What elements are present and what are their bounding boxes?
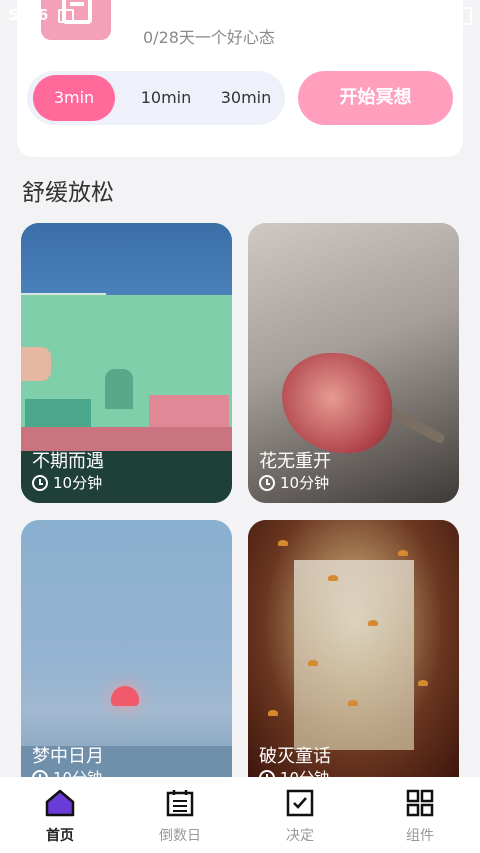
nav-item-widgets[interactable]: 组件 [360, 777, 480, 853]
butterfly-shape [308, 660, 318, 666]
card-image-planter-1 [25, 399, 91, 429]
card-meta: 10分钟 [259, 767, 329, 777]
duration-10min-button[interactable]: 10min [125, 75, 207, 121]
bottom-navigation: 首页 倒数日 决定 组件 [0, 777, 480, 853]
butterfly-shape [278, 540, 288, 546]
battery-icon [456, 7, 472, 25]
nav-label: 倒数日 [159, 828, 201, 844]
card-duration: 10分钟 [280, 474, 330, 492]
meditation-card-4[interactable]: 破灭童话 10分钟 [248, 520, 459, 777]
card-meta: 10分钟 [32, 767, 102, 777]
card-meta: 10分钟 [32, 472, 102, 493]
clock-icon [259, 769, 275, 777]
card-image-planter-2 [149, 395, 229, 429]
nav-label: 首页 [46, 828, 74, 844]
nav-label: 决定 [286, 828, 314, 844]
card-title: 不期而遇 [32, 451, 104, 472]
meditation-card: 0/28天一个好心态 3min 10min 30min 开始冥想 [17, 0, 463, 157]
butterfly-shape [268, 710, 278, 716]
butterfly-shape [348, 700, 358, 706]
clock-icon [259, 474, 275, 491]
nav-label: 组件 [406, 828, 434, 844]
butterfly-shape [328, 575, 338, 581]
card-image-window [294, 560, 414, 750]
clock-icon [32, 474, 48, 491]
duration-selector: 3min 10min 30min [27, 71, 285, 125]
duration-3min-button[interactable]: 3min [33, 75, 115, 121]
nav-item-countdown[interactable]: 倒数日 [120, 777, 240, 853]
card-meta: 10分钟 [259, 472, 329, 493]
calendar-icon [165, 789, 195, 817]
card-duration: 10分钟 [280, 767, 329, 777]
card-image-sun [111, 686, 139, 706]
checkbox-icon [285, 789, 315, 817]
status-time: 5:56 [8, 6, 50, 24]
notification-icon [58, 9, 74, 23]
nav-item-decide[interactable]: 决定 [240, 777, 360, 853]
home-icon [45, 789, 75, 817]
widgets-grid-icon [405, 789, 435, 817]
butterfly-shape [418, 680, 428, 686]
nav-item-home[interactable]: 首页 [0, 777, 120, 853]
card-duration: 10分钟 [53, 767, 102, 777]
card-image-shadow [105, 369, 133, 409]
duration-30min-button[interactable]: 30min [207, 75, 285, 121]
notebook-logo-icon [41, 0, 111, 40]
meditation-card-3[interactable]: 梦中日月 10分钟 [21, 520, 232, 777]
card-duration: 10分钟 [53, 474, 103, 492]
start-meditation-button[interactable]: 开始冥想 [298, 71, 453, 125]
card-title: 梦中日月 [32, 746, 104, 767]
card-image-arm [21, 347, 51, 381]
butterfly-shape [398, 550, 408, 556]
clock-icon [32, 769, 48, 777]
card-title: 花无重开 [259, 451, 331, 472]
card-title: 破灭童话 [259, 746, 331, 767]
progress-text: 0/28天一个好心态 [143, 28, 275, 47]
meditation-card-2[interactable]: 花无重开 10分钟 [248, 223, 459, 503]
butterfly-shape [368, 620, 378, 626]
meditation-card-1[interactable]: 不期而遇 10分钟 [21, 223, 232, 503]
section-title: 舒缓放松 [22, 180, 114, 206]
